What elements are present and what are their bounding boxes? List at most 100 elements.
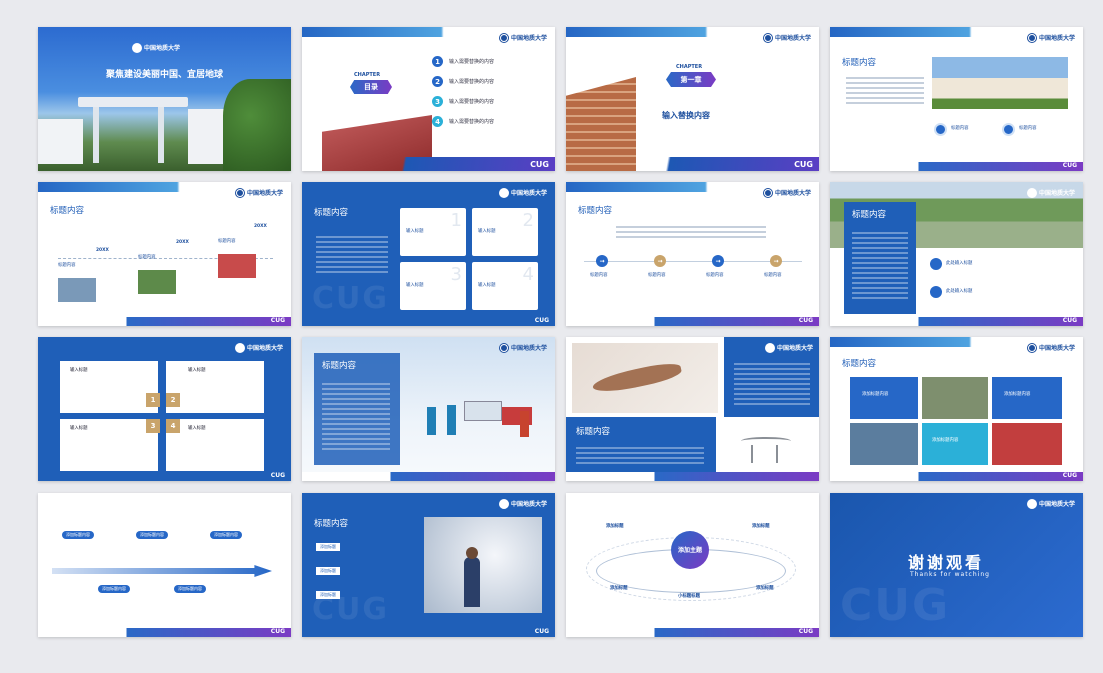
university-logo: 中国地质大学 — [499, 33, 547, 42]
toc-item-3[interactable]: 输入需要替换的内容 — [449, 98, 494, 105]
label-pill-3: 添加标题内容 — [210, 531, 242, 539]
university-logo: 中国地质大学 — [499, 499, 547, 508]
bottom-stripe — [566, 157, 819, 171]
card-3[interactable]: 输入标题 3 — [400, 262, 466, 310]
cug-mark: CUG — [798, 317, 813, 324]
university-logo: 中国地质大学 — [1027, 499, 1075, 508]
bottom-bar — [566, 472, 819, 481]
slide-4[interactable]: 中国地质大学 标题内容 标题内容 标题内容 CUG — [830, 27, 1083, 171]
cug-mark: CUG — [530, 160, 549, 169]
item-icon-1 — [930, 258, 942, 270]
university-logo: 中国地质大学 — [763, 188, 811, 197]
slide-13-arrow[interactable]: 添加标题内容 添加标题内容 添加标题内容 添加标题内容 添加标题内容 CUG — [38, 493, 291, 637]
card-label-4: 输入标题 — [188, 426, 206, 431]
item-label-2: 此处输入标题 — [946, 289, 973, 294]
slide-14-photo[interactable]: 中国地质大学 标题内容 添加标题 添加标题 添加标题 CUG CUG — [302, 493, 555, 637]
tile-2[interactable]: 添加标题内容 — [992, 377, 1062, 419]
step-arrow-icon-3: → — [712, 255, 724, 267]
step-label-3: 标题内容 — [706, 273, 724, 278]
card-number-4: 4 — [166, 419, 180, 433]
slide-cover[interactable]: 中国地质大学 聚焦建设美丽中国、宜居地球 — [38, 27, 291, 171]
cug-mark: CUG — [1062, 472, 1077, 479]
card-label-3: 输入标题 — [406, 283, 424, 288]
university-logo: 中国地质大学 — [763, 33, 811, 42]
slide-15-orbit[interactable]: 添加主题 添加标题 添加标题 小标题标题 添加标题 添加标题 CUG — [566, 493, 819, 637]
university-logo: 中国地质大学 — [765, 343, 813, 352]
cug-mark: CUG — [534, 317, 549, 324]
item-label-1: 此处输入标题 — [946, 261, 973, 266]
timeline-label-3: 标题内容 — [218, 239, 236, 244]
panel-text — [322, 383, 390, 453]
card-number-2: 2 — [522, 210, 534, 231]
cug-mark: CUG — [798, 628, 813, 635]
toc-item-1[interactable]: 输入需要替换的内容 — [449, 58, 494, 65]
item-icon-1 — [934, 123, 947, 136]
university-seal-icon — [499, 188, 508, 197]
timeline-arrow — [52, 565, 272, 577]
orbit-label-2: 添加标题 — [752, 524, 770, 529]
card-4[interactable]: 输入标题 4 — [472, 262, 538, 310]
thanks-subtitle: Thanks for watching — [910, 571, 990, 578]
card-3[interactable]: 输入标题 — [60, 419, 158, 471]
card-4[interactable]: 输入标题 — [166, 419, 264, 471]
cug-mark: CUG — [270, 628, 285, 635]
slide-7-process[interactable]: 中国地质大学 标题内容 → → → → 标题内容 标题内容 标题内容 标题内容 … — [566, 182, 819, 326]
toc-number-1: 1 — [432, 56, 443, 67]
tile-photo-1 — [922, 377, 988, 419]
tile-photo-3 — [992, 423, 1062, 465]
slide-title: 标题内容 — [842, 359, 877, 369]
bottom-bar — [302, 472, 555, 481]
thanks-title: 谢谢观看 — [908, 553, 985, 572]
slide-table-of-contents[interactable]: 中国地质大学 CHAPTER 目录 1 输入需要替换的内容 2 输入需要替换的内… — [302, 27, 555, 171]
university-seal-icon — [235, 188, 244, 197]
tile-3[interactable]: 添加标题内容 — [922, 423, 988, 465]
slide-16-thanks[interactable]: 中国地质大学 CUG 谢谢观看 Thanks for watching — [830, 493, 1083, 637]
year-3: 20XX — [254, 224, 267, 229]
bottom-bar — [830, 162, 1083, 171]
card-2[interactable]: 输入标题 2 — [472, 208, 538, 256]
orbit-label-4: 添加标题 — [610, 586, 628, 591]
bottom-stripe — [302, 157, 555, 171]
university-seal-icon — [499, 343, 508, 352]
toc-number-4: 4 — [432, 116, 443, 127]
slide-9-cards[interactable]: 中国地质大学 输入标题 输入标题 输入标题 输入标题 1 2 3 4 CUG — [38, 337, 291, 481]
slide-5-timeline[interactable]: 中国地质大学 标题内容 20XX 20XX 20XX 标题内容 标题内容 标题内… — [38, 182, 291, 326]
bottom-bar — [830, 472, 1083, 481]
card-label-3: 输入标题 — [70, 426, 88, 431]
slide-title: 标题内容 — [578, 206, 613, 216]
tile-1[interactable]: 添加标题内容 — [850, 377, 918, 419]
card-label-4: 输入标题 — [478, 283, 496, 288]
tile-label-1: 添加标题内容 — [862, 392, 889, 397]
step-arrow-icon-1: → — [596, 255, 608, 267]
slide-8-aerial[interactable]: 中国地质大学 标题内容 此处输入标题 此处输入标题 CUG — [830, 182, 1083, 326]
cug-mark: CUG — [1062, 162, 1077, 169]
card-1[interactable]: 输入标题 1 — [400, 208, 466, 256]
university-logo: 中国地质大学 — [235, 343, 283, 352]
step-label-1: 标题内容 — [590, 273, 608, 278]
slide-11-fossils[interactable]: 中国地质大学 标题内容 — [566, 337, 819, 481]
slide-grid: 中国地质大学 聚焦建设美丽中国、宜居地球 中国地质大学 CHAPTER 目录 1… — [38, 27, 1083, 639]
card-number-3: 3 — [450, 264, 462, 285]
year-2: 20XX — [176, 240, 189, 245]
university-logo: 中国地质大学 — [499, 188, 547, 197]
university-seal-icon — [1027, 499, 1036, 508]
cug-watermark: CUG — [312, 592, 390, 627]
card-2[interactable]: 输入标题 — [166, 361, 264, 413]
slide-title: 标题内容 — [842, 58, 877, 68]
slide-6-cards[interactable]: 中国地质大学 标题内容 输入标题 1 输入标题 2 输入标题 3 输入标题 4 … — [302, 182, 555, 326]
bottom-bar — [38, 317, 291, 326]
slide-chapter-one[interactable]: 中国地质大学 CHAPTER 第一章 输入替换内容 CUG — [566, 27, 819, 171]
university-logo: 中国地质大学 — [1027, 188, 1075, 197]
tile-photo-2 — [850, 423, 918, 465]
item-icon-2 — [930, 286, 942, 298]
bottom-bar — [566, 317, 819, 326]
tile-label-2: 添加标题内容 — [1004, 392, 1031, 397]
slide-12-tiles[interactable]: 中国地质大学 标题内容 添加标题内容 添加标题内容 添加标题内容 CUG — [830, 337, 1083, 481]
toc-item-2[interactable]: 输入需要替换的内容 — [449, 78, 494, 85]
card-1[interactable]: 输入标题 — [60, 361, 158, 413]
slide-10-expedition[interactable]: 标题内容 中国地质大学 — [302, 337, 555, 481]
university-seal-icon — [499, 499, 508, 508]
toc-item-4[interactable]: 输入需要替换的内容 — [449, 118, 494, 125]
body-text — [316, 236, 388, 276]
chapter-badge: 第一章 — [666, 72, 716, 87]
